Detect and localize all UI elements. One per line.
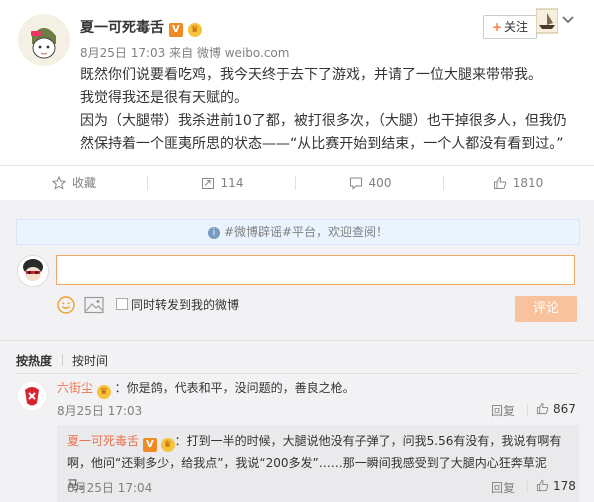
action-bar: 收藏 114 400 1810: [0, 165, 594, 201]
repost-button[interactable]: 114: [148, 166, 296, 200]
member-crown-icon: ♛: [187, 23, 202, 37]
reply-like-count: 178: [553, 479, 576, 493]
author-name[interactable]: 夏一可死毒舌: [80, 20, 164, 36]
divider: [16, 373, 578, 374]
thumbs-up-icon: [536, 402, 549, 415]
comment-like-count: 867: [553, 402, 576, 416]
notice-text: #微博辟谣#平台，欢迎查阅！: [223, 225, 389, 239]
plus-icon: +: [491, 20, 503, 34]
submit-comment-button[interactable]: 评论: [515, 296, 577, 322]
post-text: 既然你们说要看吃鸡，我今天终于去下了游戏，并请了一位大腿来带带我。 我觉得我还是…: [80, 64, 580, 156]
repost-icon: [201, 177, 214, 189]
star-icon: [51, 175, 67, 190]
reply-button[interactable]: 回复: [491, 479, 515, 496]
member-crown-icon: ♛: [96, 385, 111, 399]
commenter-avatar[interactable]: [17, 381, 47, 411]
post-paragraph: 我觉得我还是很有天赋的。: [80, 90, 248, 106]
follow-label: 关注: [504, 20, 529, 34]
like-button[interactable]: 1810: [444, 166, 592, 200]
author-name-row: 夏一可死毒舌 V ♛: [80, 17, 202, 37]
thumbs-up-icon: [493, 176, 506, 189]
thumbs-up-icon: [536, 479, 549, 492]
comment-input[interactable]: [56, 255, 575, 285]
post-paragraph: 因为（大腿带）我杀进前10了都，被打很多次，（大腿）也干掉很多人，但我仍然保持着…: [80, 113, 567, 152]
boat-card-icon[interactable]: [535, 5, 559, 35]
comment-count: 400: [368, 176, 392, 190]
reply-button[interactable]: 回复: [491, 402, 515, 419]
reply-time: 8月25日 17:04: [67, 481, 153, 495]
member-crown-icon: ♛: [160, 438, 175, 452]
favorite-label: 收藏: [71, 176, 96, 190]
favorite-button[interactable]: 收藏: [0, 166, 148, 200]
like-count: 1810: [512, 176, 544, 190]
emoji-icon[interactable]: [57, 296, 75, 314]
notice-banner[interactable]: i #微博辟谣#平台，欢迎查阅！: [16, 219, 580, 245]
comment-text: ：你是鸽，代表和平，没问题的，善良之枪。: [114, 381, 355, 395]
chevron-down-icon[interactable]: [562, 12, 574, 28]
verified-icon: V: [168, 23, 183, 37]
divider: [527, 404, 528, 416]
commenter-name[interactable]: 六街尘: [57, 381, 93, 395]
comment-line: 六街尘 ♛ ：你是鸽，代表和平，没问题的，善良之枪。: [57, 379, 355, 399]
current-user-avatar: [17, 255, 49, 287]
comment-time: 8月25日 17:03: [57, 404, 143, 418]
sort-hot-tab[interactable]: 按热度: [16, 352, 52, 369]
comment-like-button[interactable]: 867: [536, 402, 576, 416]
repost-checkbox[interactable]: [116, 298, 128, 310]
info-icon: i: [207, 226, 220, 239]
repost-checkbox-label[interactable]: 同时转发到我的微博: [131, 296, 239, 313]
sort-time-tab[interactable]: 按时间: [72, 352, 108, 369]
verified-icon: V: [142, 438, 157, 452]
follow-button[interactable]: + 关注: [483, 15, 537, 39]
sort-divider: [62, 354, 63, 366]
image-icon[interactable]: [84, 296, 104, 314]
author-avatar[interactable]: [18, 14, 70, 66]
comment-icon: [349, 177, 362, 190]
comment-tab-button[interactable]: 400: [296, 166, 444, 200]
post-paragraph: 既然你们说要看吃鸡，我今天终于去下了游戏，并请了一位大腿来带带我。: [80, 67, 542, 83]
post-meta[interactable]: 8月25日 17:03 来自 微博 weibo.com: [80, 44, 289, 61]
reply-like-button[interactable]: 178: [536, 479, 576, 493]
reply-author-name[interactable]: 夏一可死毒舌: [67, 434, 139, 448]
repost-count: 114: [220, 176, 244, 190]
divider: [527, 481, 528, 493]
